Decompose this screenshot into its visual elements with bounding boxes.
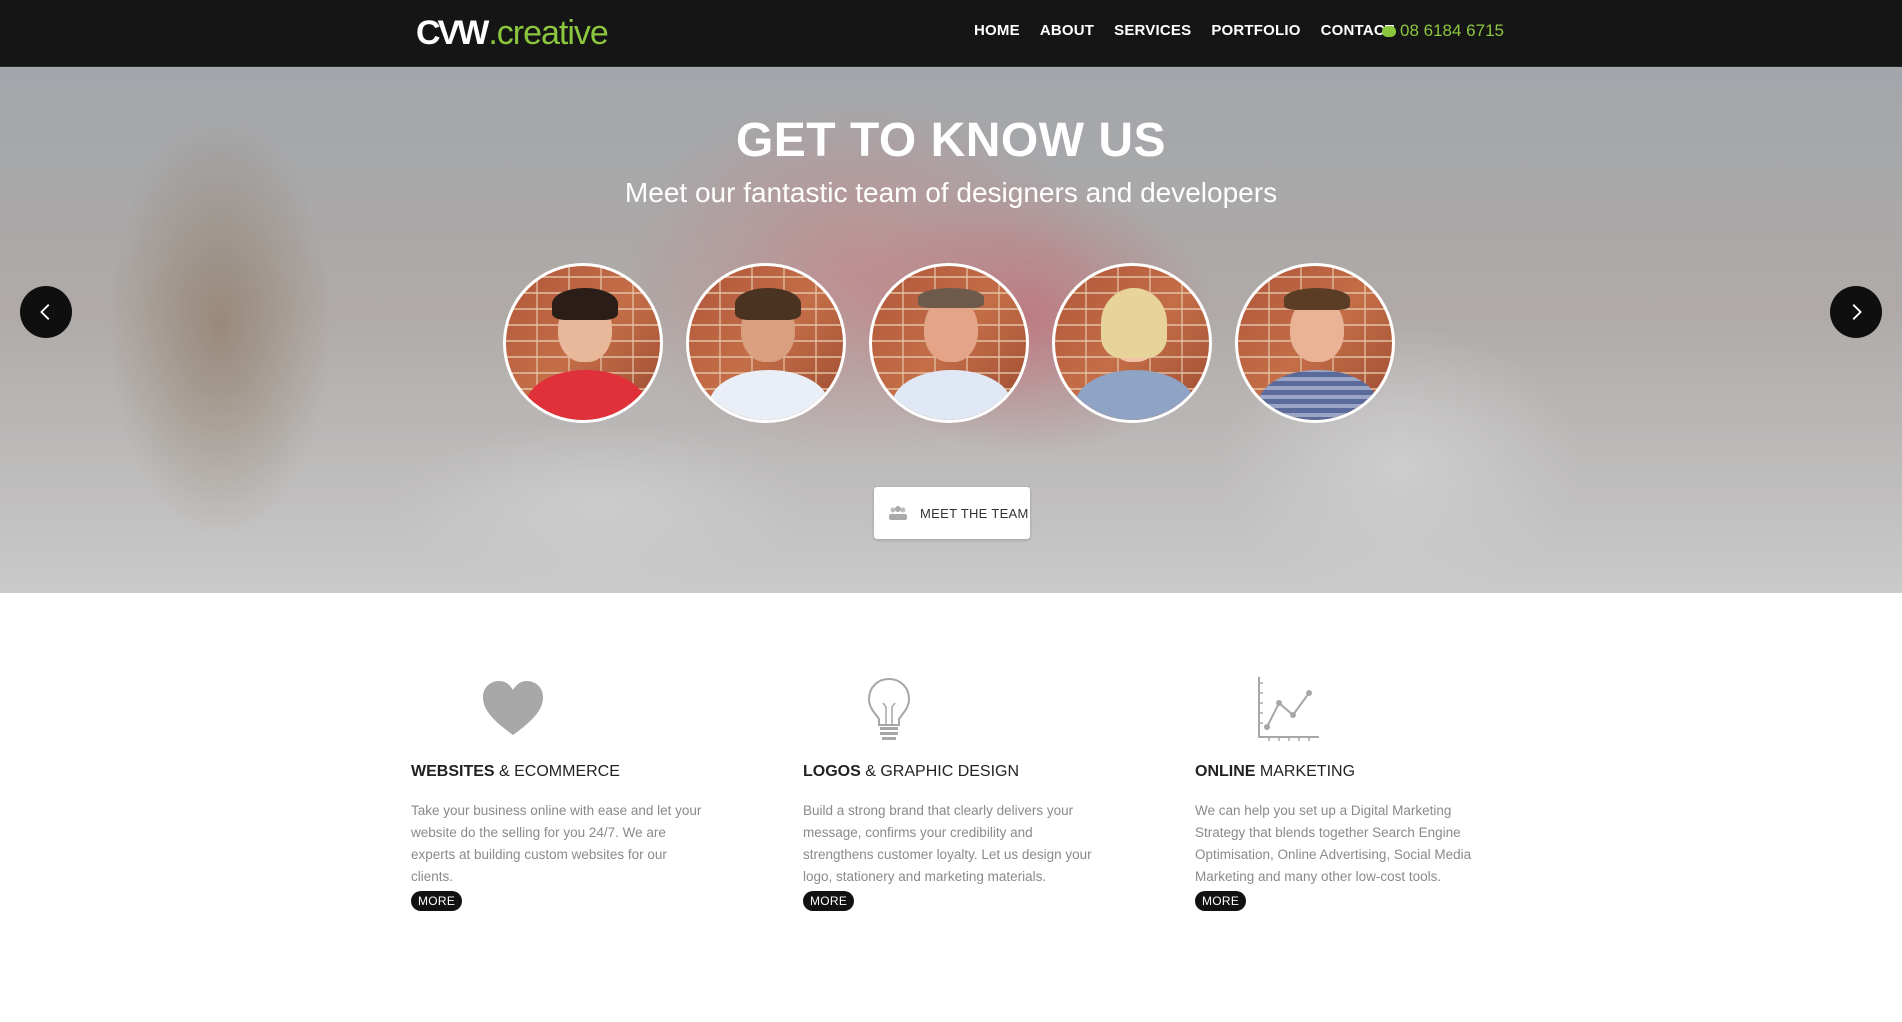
service-description: Take your business online with ease and … xyxy=(411,803,702,884)
more-button[interactable]: MORE xyxy=(803,891,855,911)
service-title: WEBSITES & ECOMMERCE xyxy=(411,763,620,780)
carousel-prev-button[interactable] xyxy=(20,286,72,338)
logo-wordmark: .creative xyxy=(488,14,608,52)
service-description: Build a strong brand that clearly delive… xyxy=(803,803,1092,884)
line-chart-icon xyxy=(1258,677,1319,741)
service-description: We can help you set up a Digital Marketi… xyxy=(1195,803,1472,884)
phone-number: 08 6184 6715 xyxy=(1400,21,1504,40)
hero-section: GET TO KNOW US Meet our fantastic team o… xyxy=(0,67,1902,593)
lightbulb-icon xyxy=(867,677,911,740)
services-section: WEBSITES & ECOMMERCE Take your business … xyxy=(0,593,1902,1022)
heart-icon xyxy=(483,681,543,735)
more-button[interactable]: MORE xyxy=(411,891,463,911)
meet-the-team-button[interactable]: MEET THE TEAM xyxy=(874,487,1030,539)
phone-icon xyxy=(1382,25,1396,37)
hero-subtitle: Meet our fantastic team of designers and… xyxy=(624,177,1278,208)
team-member-photo[interactable] xyxy=(686,263,846,423)
team-member-photo[interactable] xyxy=(503,263,663,423)
phone-link[interactable]: 08 6184 6715 xyxy=(1382,21,1504,41)
hero-title: GET TO KNOW US xyxy=(735,114,1167,167)
nav-home[interactable]: HOME xyxy=(974,22,1020,39)
site-logo[interactable]: CVW.creative xyxy=(416,14,609,53)
main-nav: HOME ABOUT SERVICES PORTFOLIO CONTACT xyxy=(974,22,1414,39)
top-navbar: CVW.creative HOME ABOUT SERVICES PORTFOL… xyxy=(0,0,1902,67)
nav-services[interactable]: SERVICES xyxy=(1114,22,1191,39)
team-member-photo[interactable] xyxy=(1235,263,1395,423)
nav-about[interactable]: ABOUT xyxy=(1040,22,1094,39)
team-member-photo[interactable] xyxy=(869,263,1029,423)
service-title: LOGOS & GRAPHIC DESIGN xyxy=(803,763,1020,780)
more-button[interactable]: MORE xyxy=(1195,891,1247,911)
team-carousel xyxy=(503,263,1395,423)
service-title: ONLINE MARKETING xyxy=(1195,763,1356,780)
team-member-photo[interactable] xyxy=(1052,263,1212,423)
chevron-right-icon xyxy=(1852,304,1862,320)
chevron-left-icon xyxy=(40,304,50,320)
meet-the-team-label: MEET THE TEAM xyxy=(920,505,1029,521)
team-icon xyxy=(889,506,907,520)
nav-portfolio[interactable]: PORTFOLIO xyxy=(1211,22,1300,39)
carousel-next-button[interactable] xyxy=(1830,286,1882,338)
logo-mark: CVW xyxy=(416,14,489,52)
